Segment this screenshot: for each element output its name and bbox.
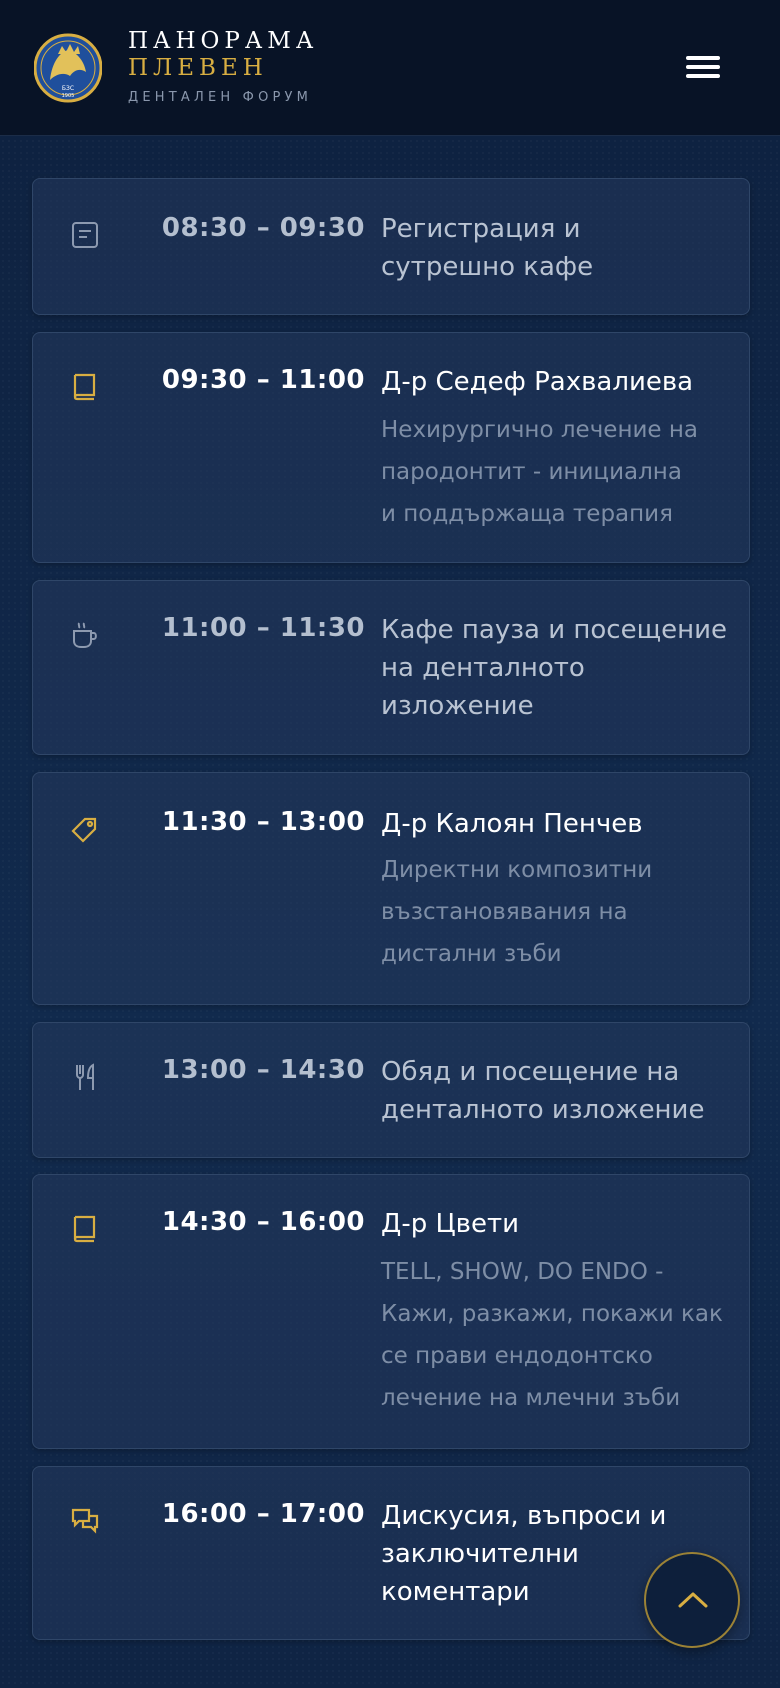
- schedule-time: 08:30 – 09:30: [161, 213, 365, 243]
- logo-year: 1905: [62, 93, 75, 99]
- schedule-time: 14:30 – 16:00: [161, 1207, 365, 1237]
- schedule-time: 11:00 – 11:30: [161, 613, 365, 643]
- talk-description: TELL, SHOW, DO ENDO - Кажи, разкажи, пок…: [381, 1259, 723, 1411]
- brand-subtitle: ДЕНТАЛЕН ФОРУМ: [128, 90, 313, 105]
- logo-text: БЗС: [62, 85, 74, 92]
- logo[interactable]: БЗС 1905: [34, 32, 102, 104]
- scroll-to-top-button[interactable]: [644, 1552, 740, 1648]
- cutlery-icon: [69, 1061, 101, 1093]
- chevron-up-icon: [678, 1592, 708, 1608]
- book-icon: [69, 371, 101, 403]
- talk-description: Директни композитни възстановявания на д…: [381, 857, 653, 967]
- schedule-time: 13:00 – 14:30: [161, 1055, 365, 1085]
- schedule-time: 16:00 – 17:00: [161, 1499, 365, 1529]
- schedule-time: 11:30 – 13:00: [161, 807, 365, 837]
- schedule-title: Регистрация и сутрешно кафе: [381, 214, 594, 282]
- schedule-item: 16:00 – 17:00 Дискусия, въпроси и заключ…: [32, 1466, 750, 1640]
- schedule-title: Обяд и посещение на денталното изложение: [381, 1057, 705, 1125]
- note-icon: [69, 219, 101, 251]
- schedule-item: 13:00 – 14:30 Обяд и посещение на дентал…: [32, 1022, 750, 1158]
- speaker-name: Д-р Цвети: [381, 1209, 520, 1239]
- speaker-name: Д-р Калоян Пенчев: [381, 809, 643, 839]
- hamburger-menu-icon[interactable]: [684, 52, 724, 82]
- schedule-item: 14:30 – 16:00 Д-р Цвети TELL, SHOW, DO E…: [32, 1174, 750, 1449]
- brand-city: ПЛЕВЕН: [128, 55, 268, 81]
- schedule-item: 11:30 – 13:00 Д-р Калоян Пенчев Директни…: [32, 772, 750, 1005]
- schedule-item: 09:30 – 11:00 Д-р Седеф Рахвалиева Нехир…: [32, 332, 750, 563]
- talk-description: Нехирургично лечение на пародонтит - ини…: [381, 417, 699, 527]
- schedule-item: 08:30 – 09:30 Регистрация и сутрешно каф…: [32, 178, 750, 315]
- tag-icon: [69, 813, 101, 845]
- coffee-icon: [69, 619, 101, 651]
- book-icon: [69, 1213, 101, 1245]
- brand-title: ПАНОРАМА: [128, 28, 319, 54]
- site-header: БЗС 1905 ПАНОРАМА ПЛЕВЕН ДЕНТАЛЕН ФОРУМ: [0, 0, 780, 136]
- schedule-time: 09:30 – 11:00: [161, 365, 365, 395]
- discussion-icon: [69, 1505, 101, 1537]
- speaker-name: Д-р Седеф Рахвалиева: [381, 367, 694, 397]
- schedule-item: 11:00 – 11:30 Кафе пауза и посещение на …: [32, 580, 750, 755]
- schedule-title: Кафе пауза и посещение на денталното изл…: [381, 615, 727, 721]
